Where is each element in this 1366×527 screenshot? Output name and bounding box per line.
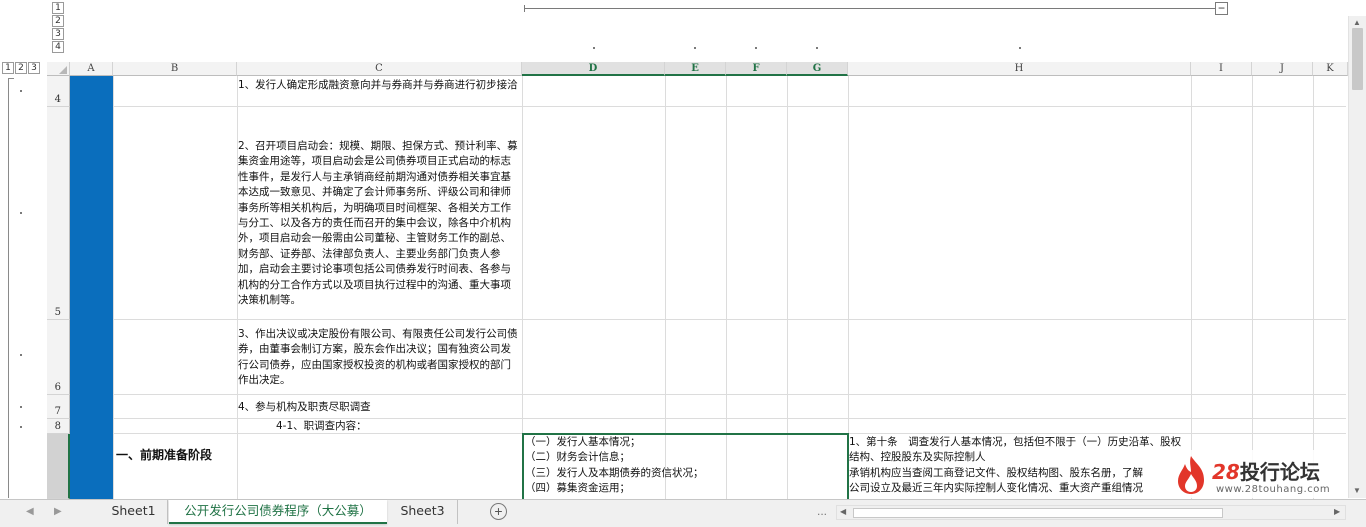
row-header-8[interactable]: 8 (47, 419, 70, 434)
row-outline-levels: 1 2 3 4 (52, 2, 65, 54)
cell-h9[interactable]: 1、第十条 调查发行人基本情况，包括但不限于（一）历史沿革、股权结构、控股股东及… (849, 435, 1189, 497)
cell-c6[interactable]: 3、作出决议或决定股份有限公司、有限责任公司发行公司债券，由董事会制订方案，股东… (238, 327, 520, 389)
horizontal-scroll-thumb[interactable] (853, 508, 1223, 518)
row-header-6[interactable]: 6 (47, 320, 70, 395)
sheet-tab-2-active[interactable]: 公开发行公司债券程序（大公募） (169, 500, 387, 524)
watermark-number: 28 (1212, 460, 1240, 484)
watermark-url: www.28touhang.com (1216, 484, 1331, 495)
row-outline-bracket (8, 78, 9, 498)
cell-c5[interactable]: 2、召开项目启动会：规模、期限、担保方式、预计利率、募集资金用途等，项目启动会是… (238, 139, 520, 308)
outline-level-2-button[interactable]: 2 (52, 15, 64, 27)
add-sheet-icon[interactable]: + (490, 503, 507, 520)
cell-b9-stage-title[interactable]: 一、前期准备阶段 (116, 446, 236, 463)
watermark-name: 投行论坛 (1239, 460, 1320, 484)
column-header-g[interactable]: G (787, 62, 848, 76)
column-outline-dot[interactable] (694, 47, 696, 49)
column-header-c[interactable]: C (237, 62, 522, 76)
horizontal-scrollbar[interactable]: ◀ ▶ (836, 505, 1346, 520)
col-outline-level-3-button[interactable]: 3 (28, 62, 40, 74)
worksheet-grid[interactable]: 1、发行人确定形成融资意向并与券商并与券商进行初步接洽 2、召开项目启动会：规模… (70, 76, 1346, 499)
column-outline-collapse-button[interactable]: − (1215, 2, 1228, 15)
forum-watermark: 28投行论坛 www.28touhang.com (1170, 450, 1348, 498)
row-header-7[interactable]: 7 (47, 395, 70, 419)
row-outline-dot[interactable] (20, 406, 22, 408)
scroll-right-arrow-icon[interactable]: ▶ (1334, 507, 1340, 516)
column-header-f[interactable]: F (726, 62, 787, 76)
scroll-down-arrow-icon[interactable]: ▼ (1353, 486, 1361, 495)
row-outline-dot[interactable] (20, 426, 22, 428)
column-header-h[interactable]: H (848, 62, 1191, 76)
row-header-5[interactable]: 5 (47, 107, 70, 320)
sheet-tab-3[interactable]: Sheet3 (388, 500, 458, 524)
watermark-title: 28投行论坛 (1212, 456, 1320, 485)
cell-c4[interactable]: 1、发行人确定形成融资意向并与券商并与券商进行初步接洽 (238, 78, 520, 93)
column-outline-bracket (524, 8, 1218, 9)
vertical-scroll-thumb[interactable] (1352, 28, 1363, 90)
column-a-fill (70, 76, 113, 499)
tab-splitter-ellipsis[interactable]: ... (817, 504, 827, 518)
cell-c7[interactable]: 4、参与机构及职责尽职调查 (238, 400, 520, 415)
row-header-9[interactable] (47, 434, 70, 499)
column-outline-dot[interactable] (816, 47, 818, 49)
column-header-a[interactable]: A (70, 62, 113, 76)
row-outline-dot[interactable] (20, 90, 22, 92)
column-header-e[interactable]: E (665, 62, 726, 76)
scroll-left-arrow-icon[interactable]: ◀ (840, 507, 846, 516)
sheet-nav-prev-icon[interactable]: ◀ (26, 506, 34, 517)
column-outline-levels: 1 2 3 (2, 62, 40, 74)
select-all-triangle-icon (59, 66, 67, 74)
column-header-j[interactable]: J (1252, 62, 1313, 76)
column-header-k[interactable]: K (1313, 62, 1348, 76)
column-header-b[interactable]: B (113, 62, 237, 76)
column-header-d[interactable]: D (522, 62, 665, 76)
column-header-i[interactable]: I (1191, 62, 1252, 76)
row-header-4[interactable]: 4 (47, 76, 70, 107)
col-outline-level-1-button[interactable]: 1 (2, 62, 14, 74)
row-outline-dot[interactable] (20, 212, 22, 214)
row-outline-bracket-cap (8, 78, 14, 79)
flame-logo-icon (1178, 456, 1204, 494)
outline-level-3-button[interactable]: 3 (52, 28, 64, 40)
sheet-nav-next-icon[interactable]: ▶ (54, 506, 62, 517)
cell-c8[interactable]: 4-1、职调查内容： (276, 419, 520, 434)
outline-level-1-button[interactable]: 1 (52, 2, 64, 14)
column-outline-dot[interactable] (755, 47, 757, 49)
scroll-up-arrow-icon[interactable]: ▲ (1353, 18, 1361, 27)
vertical-scrollbar[interactable]: ▲ ▼ (1348, 16, 1366, 498)
selected-range[interactable] (522, 433, 849, 499)
row-outline-dot[interactable] (20, 354, 22, 356)
sheet-tab-bar: ◀ ▶ Sheet1 公开发行公司债券程序（大公募） Sheet3 + ... … (0, 499, 1366, 527)
column-outline-dot[interactable] (593, 47, 595, 49)
column-outline-dot[interactable] (1019, 47, 1021, 49)
col-outline-level-2-button[interactable]: 2 (15, 62, 27, 74)
sheet-tab-1[interactable]: Sheet1 (100, 500, 168, 524)
outline-level-4-button[interactable]: 4 (52, 41, 64, 53)
